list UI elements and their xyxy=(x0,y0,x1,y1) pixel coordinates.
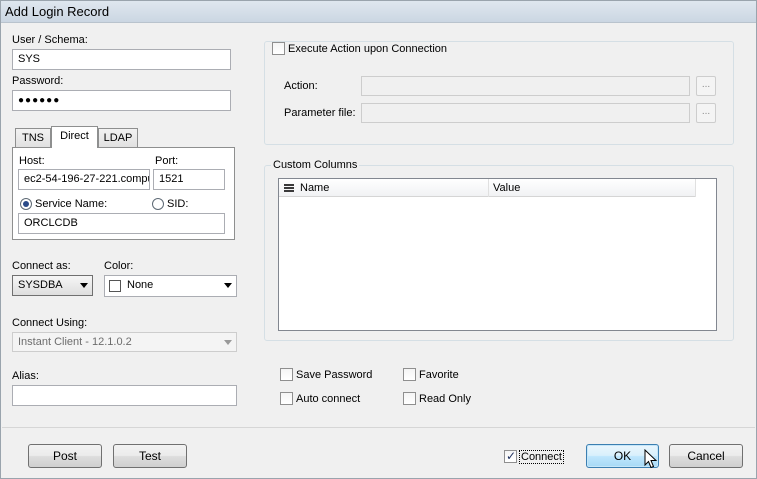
read-only-label: Read Only xyxy=(419,393,471,405)
mouse-cursor-icon xyxy=(644,449,658,469)
password-label: Password: xyxy=(12,75,64,87)
test-button[interactable]: Test xyxy=(113,444,187,468)
post-button[interactable]: Post xyxy=(28,444,102,468)
custom-columns-header: Name Value xyxy=(279,179,696,197)
password-input[interactable]: ●●●●●● xyxy=(12,90,231,111)
title-bar[interactable]: Add Login Record xyxy=(1,1,756,23)
color-select[interactable]: None xyxy=(104,275,237,297)
sid-radio[interactable] xyxy=(152,198,164,210)
column-header-value[interactable]: Value xyxy=(489,179,696,197)
action-label: Action: xyxy=(284,80,318,92)
custom-columns-title: Custom Columns xyxy=(271,159,360,171)
alias-label: Alias: xyxy=(12,370,39,382)
service-name-input[interactable]: ORCLCDB xyxy=(18,213,225,234)
tab-tns[interactable]: TNS xyxy=(15,128,51,148)
user-schema-input[interactable]: SYS xyxy=(12,49,231,70)
sid-label: SID: xyxy=(167,198,189,210)
connect-using-label: Connect Using: xyxy=(12,317,88,329)
color-label: Color: xyxy=(104,260,134,272)
color-swatch-icon xyxy=(109,280,121,292)
auto-connect-label: Auto connect xyxy=(296,393,361,405)
service-name-radio[interactable] xyxy=(20,198,32,210)
action-browse-button[interactable]: ... xyxy=(696,76,716,96)
save-password-label: Save Password xyxy=(296,369,373,381)
port-label: Port: xyxy=(155,155,179,167)
parameter-file-browse-button[interactable]: ... xyxy=(696,103,716,123)
user-schema-label: User / Schema: xyxy=(12,34,88,46)
connect-using-value: Instant Client - 12.1.0.2 xyxy=(18,336,132,348)
execute-action-label: Execute Action upon Connection xyxy=(288,43,450,55)
parameter-file-input[interactable] xyxy=(361,103,690,123)
port-input[interactable]: 1521 xyxy=(153,169,225,190)
chevron-down-icon xyxy=(224,340,232,345)
column-header-name[interactable]: Name xyxy=(296,179,489,197)
alias-input[interactable] xyxy=(12,385,237,406)
connect-as-value: SYSDBA xyxy=(18,279,63,291)
tab-ldap[interactable]: LDAP xyxy=(98,128,138,148)
auto-connect-checkbox[interactable] xyxy=(280,392,293,405)
connect-as-label: Connect as: xyxy=(12,260,71,272)
parameter-file-label: Parameter file: xyxy=(284,107,356,119)
host-label: Host: xyxy=(19,155,45,167)
favorite-checkbox[interactable] xyxy=(403,368,416,381)
connect-checkbox[interactable] xyxy=(504,449,517,463)
read-only-checkbox[interactable] xyxy=(403,392,416,405)
service-name-label: Service Name: xyxy=(35,198,108,210)
window-title: Add Login Record xyxy=(5,4,110,19)
chevron-down-icon xyxy=(224,283,232,288)
action-input[interactable] xyxy=(361,76,690,96)
list-menu-icon[interactable] xyxy=(284,184,294,192)
add-login-record-dialog: Add Login Record User / Schema: SYS Pass… xyxy=(0,0,757,479)
favorite-label: Favorite xyxy=(419,369,459,381)
color-value: None xyxy=(127,279,154,291)
save-password-checkbox[interactable] xyxy=(280,368,293,381)
tab-direct[interactable]: Direct xyxy=(51,126,98,148)
cancel-button[interactable]: Cancel xyxy=(669,444,743,468)
host-input[interactable]: ec2-54-196-27-221.compu xyxy=(18,169,150,190)
direct-tab-panel: Host: ec2-54-196-27-221.compu Port: 1521… xyxy=(12,147,235,240)
execute-action-checkbox[interactable] xyxy=(272,42,285,55)
chevron-down-icon xyxy=(80,283,88,288)
connect-using-select[interactable]: Instant Client - 12.1.0.2 xyxy=(12,332,237,352)
connect-as-select[interactable]: SYSDBA xyxy=(12,275,93,296)
connect-label: Connect xyxy=(519,450,564,464)
custom-columns-list[interactable]: Name Value xyxy=(278,178,717,331)
